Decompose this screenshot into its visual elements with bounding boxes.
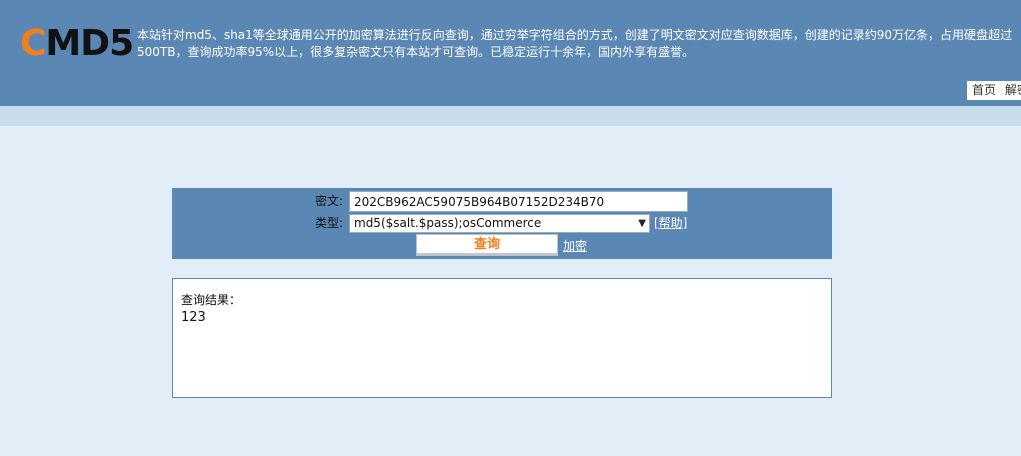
help-link[interactable]: [帮助] — [654, 214, 687, 232]
encrypt-link[interactable]: 加密 — [563, 237, 587, 255]
cipher-label: 密文: — [315, 194, 344, 208]
type-select[interactable]: md5($salt.$pass);osCommerce ▼ — [349, 214, 650, 233]
logo-text: MD5 — [45, 23, 134, 64]
chevron-down-icon: ▼ — [638, 218, 646, 229]
type-label: 类型: — [315, 216, 344, 230]
result-title: 查询结果： — [181, 293, 242, 307]
site-header: CMD5 本站针对md5、sha1等全球通用公开的加密算法进行反向查询，通过穷举… — [0, 0, 1021, 106]
result-box: 查询结果： 123 — [172, 278, 832, 398]
site-intro: 本站针对md5、sha1等全球通用公开的加密算法进行反向查询，通过穷举字符组合的… — [137, 28, 1013, 59]
query-button[interactable]: 查询 — [416, 234, 558, 256]
nav-item-decrypt[interactable]: 解密 — [1005, 83, 1021, 97]
site-logo[interactable]: CMD5 — [20, 23, 134, 64]
cipher-input[interactable] — [349, 191, 688, 212]
type-select-value: md5($salt.$pass);osCommerce — [354, 216, 542, 230]
result-value: 123 — [181, 310, 206, 325]
top-nav: 首页 解密 — [967, 81, 1021, 100]
logo-letter-c: C — [20, 23, 46, 64]
nav-item-home[interactable]: 首页 — [972, 83, 996, 97]
header-stripe — [0, 106, 1021, 126]
